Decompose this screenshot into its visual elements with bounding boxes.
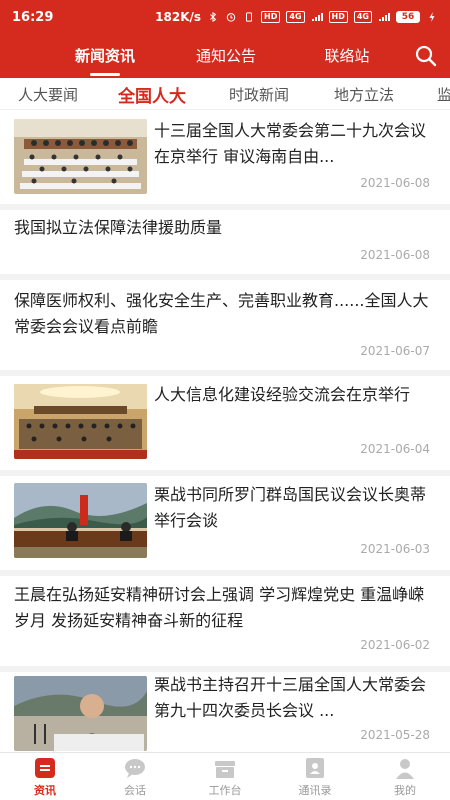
- category-tab[interactable]: 地方立法: [334, 84, 394, 105]
- bluetooth-icon: [210, 12, 217, 22]
- charging-icon: [429, 12, 435, 22]
- status-time: 16:29: [12, 9, 54, 25]
- news-date: 2021-06-08: [360, 248, 430, 262]
- news-date: 2021-06-03: [360, 542, 430, 556]
- bottom-tab-news[interactable]: 资讯: [0, 753, 90, 800]
- vibrate-icon: [246, 12, 253, 22]
- signal-icon: [311, 13, 323, 21]
- contacts-icon: [306, 757, 324, 778]
- news-icon: [35, 757, 55, 778]
- top-nav: 新闻资讯 通知公告 联络站: [0, 34, 450, 78]
- video-talk-photo: [14, 483, 147, 558]
- category-tab[interactable]: 时政新闻: [229, 84, 289, 105]
- bottom-tab-chat[interactable]: 会话: [90, 753, 180, 800]
- category-tab[interactable]: 人大要闻: [18, 84, 78, 105]
- news-item[interactable]: 我国拟立法保障法律援助质量 2021-06-08: [0, 210, 450, 274]
- news-item[interactable]: 栗战书同所罗门群岛国民议会议长奥蒂举行会谈 2021-06-03: [0, 476, 450, 570]
- network-type: 4G: [286, 11, 305, 23]
- conference-photo: [14, 384, 147, 459]
- tab-liaison[interactable]: 联络站: [314, 45, 380, 66]
- bottom-tab-label: 工作台: [208, 783, 242, 797]
- news-item[interactable]: 王晨在弘扬延安精神研讨会上强调 学习辉煌党史 重温峥嵘岁月 发扬延安精神奋斗新的…: [0, 576, 450, 666]
- news-title: 人大信息化建设经验交流会在京举行: [154, 385, 411, 404]
- hd-badge: HD: [328, 11, 348, 23]
- news-item[interactable]: 栗战书主持召开十三届全国人大常委会第九十四次委员长会议 ... 2021-05-…: [0, 672, 450, 752]
- news-feed[interactable]: 十三届全国人大常委会第二十九次会议在京举行 审议海南自由... 2021-06-…: [0, 110, 450, 752]
- bottom-tab-workbench[interactable]: 工作台: [180, 753, 270, 800]
- news-date: 2021-05-28: [360, 728, 430, 742]
- news-title: 我国拟立法保障法律援助质量: [14, 218, 223, 237]
- tab-notices[interactable]: 通知公告: [186, 45, 266, 66]
- news-title: 栗战书同所罗门群岛国民议会议长奥蒂举行会谈: [154, 485, 427, 530]
- chat-icon: [125, 758, 145, 778]
- news-title: 栗战书主持召开十三届全国人大常委会第九十四次委员长会议 ...: [154, 675, 427, 720]
- news-item[interactable]: 人大信息化建设经验交流会在京举行 2021-06-04: [0, 376, 450, 470]
- news-date: 2021-06-07: [360, 344, 430, 358]
- category-tab-active[interactable]: 全国人大: [118, 82, 186, 107]
- bottom-tab-label: 我的: [394, 783, 416, 797]
- workbench-icon: [215, 760, 235, 778]
- bottom-tab-label: 资讯: [34, 783, 56, 797]
- status-indicators: 182K/s HD 4G HD 4G 56: [155, 10, 438, 24]
- network-type: 4G: [353, 11, 372, 23]
- news-title: 十三届全国人大常委会第二十九次会议在京举行 审议海南自由...: [154, 121, 427, 166]
- search-icon[interactable]: [414, 44, 438, 68]
- hd-badge: HD: [261, 11, 281, 23]
- signal-icon: [379, 13, 390, 21]
- category-tab[interactable]: 监: [437, 84, 450, 105]
- bottom-tab-profile[interactable]: 我的: [360, 753, 450, 800]
- profile-icon: [396, 758, 414, 779]
- news-date: 2021-06-08: [360, 176, 430, 190]
- news-date: 2021-06-04: [360, 442, 430, 456]
- bottom-tab-label: 通讯录: [298, 783, 332, 797]
- bottom-nav: 资讯 会话 工作台 通讯录 我的: [0, 752, 450, 800]
- news-item[interactable]: 保障医师权利、强化安全生产、完善职业教育......全国人大常委会会议看点前瞻 …: [0, 280, 450, 370]
- bottom-tab-contacts[interactable]: 通讯录: [270, 753, 360, 800]
- bottom-tab-label: 会话: [124, 783, 146, 797]
- news-title: 王晨在弘扬延安精神研讨会上强调 学习辉煌党史 重温峥嵘岁月 发扬延安精神奋斗新的…: [14, 585, 425, 630]
- speaker-photo: [14, 676, 147, 751]
- alarm-icon: [226, 13, 236, 22]
- battery-icon: 56: [396, 11, 420, 23]
- status-bar: 16:29 182K/s HD 4G HD 4G 56: [0, 0, 450, 34]
- meeting-hall-photo: [14, 119, 147, 194]
- news-title: 保障医师权利、强化安全生产、完善职业教育......全国人大常委会会议看点前瞻: [14, 291, 429, 336]
- category-bar: 人大要闻 全国人大 时政新闻 地方立法 监: [0, 78, 450, 110]
- news-date: 2021-06-02: [360, 638, 430, 652]
- news-item[interactable]: 十三届全国人大常委会第二十九次会议在京举行 审议海南自由... 2021-06-…: [0, 110, 450, 204]
- network-speed: 182K/s: [155, 10, 202, 24]
- tab-news[interactable]: 新闻资讯: [62, 45, 148, 66]
